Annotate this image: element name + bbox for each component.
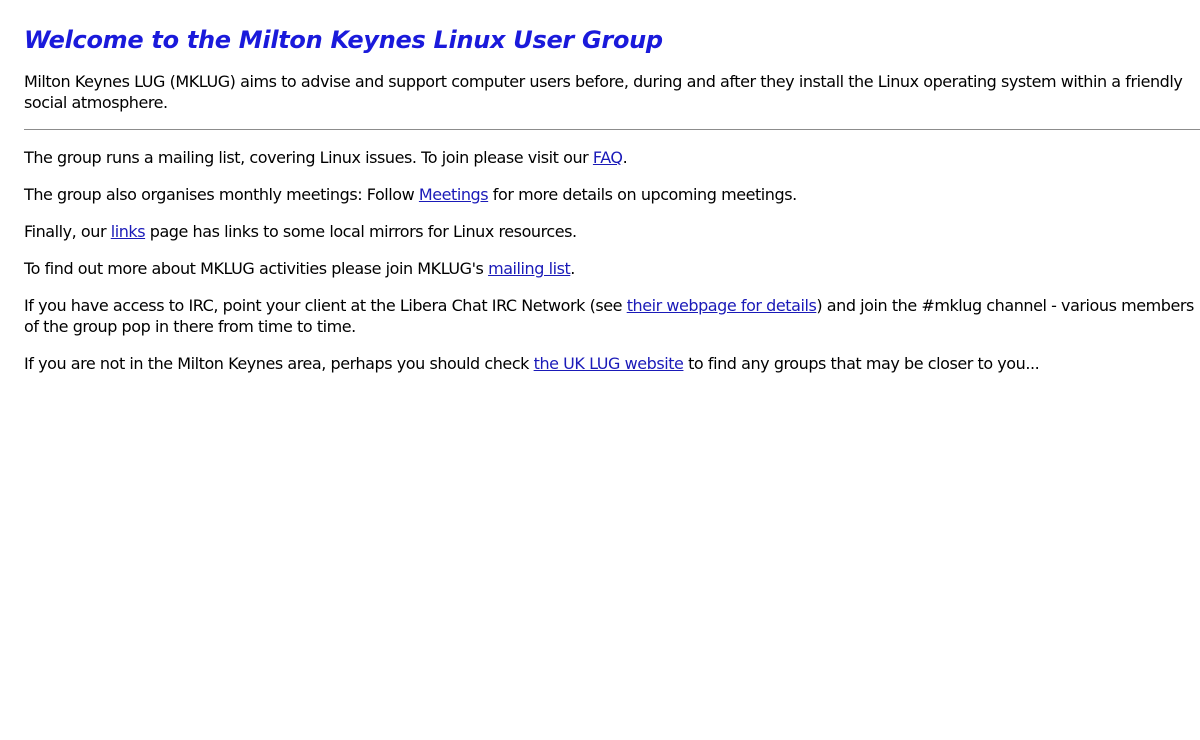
irc-paragraph: If you have access to IRC, point your cl… bbox=[24, 295, 1200, 337]
links-text-after: page has links to some local mirrors for… bbox=[145, 222, 577, 241]
mailing-list-text-before: The group runs a mailing list, covering … bbox=[24, 148, 593, 167]
uk-lug-text-after: to find any groups that may be closer to… bbox=[683, 354, 1040, 373]
faq-link[interactable]: FAQ bbox=[593, 148, 623, 167]
meetings-text-after: for more details on upcoming meetings. bbox=[488, 185, 797, 204]
mailing-list-paragraph: The group runs a mailing list, covering … bbox=[24, 147, 1200, 168]
links-page-link[interactable]: links bbox=[111, 222, 146, 241]
uk-lug-paragraph: If you are not in the Milton Keynes area… bbox=[24, 353, 1200, 374]
uk-lug-website-link[interactable]: the UK LUG website bbox=[534, 354, 684, 373]
irc-text-before: If you have access to IRC, point your cl… bbox=[24, 296, 627, 315]
mailing-list-link[interactable]: mailing list bbox=[488, 259, 571, 278]
meetings-paragraph: The group also organises monthly meeting… bbox=[24, 184, 1200, 205]
links-text-before: Finally, our bbox=[24, 222, 111, 241]
links-paragraph: Finally, our links page has links to som… bbox=[24, 221, 1200, 242]
uk-lug-text-before: If you are not in the Milton Keynes area… bbox=[24, 354, 534, 373]
activities-paragraph: To find out more about MKLUG activities … bbox=[24, 258, 1200, 279]
page-title: Welcome to the Milton Keynes Linux User … bbox=[24, 26, 663, 54]
activities-text-after: . bbox=[570, 259, 575, 278]
page-content: Welcome to the Milton Keynes Linux User … bbox=[0, 0, 1200, 740]
meetings-link[interactable]: Meetings bbox=[419, 185, 489, 204]
libera-chat-link[interactable]: their webpage for details bbox=[627, 296, 817, 315]
horizontal-divider bbox=[24, 129, 1200, 130]
meetings-text-before: The group also organises monthly meeting… bbox=[24, 185, 419, 204]
intro-paragraph: Milton Keynes LUG (MKLUG) aims to advise… bbox=[24, 72, 1183, 112]
activities-text-before: To find out more about MKLUG activities … bbox=[24, 259, 489, 278]
mailing-list-text-after: . bbox=[622, 148, 628, 167]
